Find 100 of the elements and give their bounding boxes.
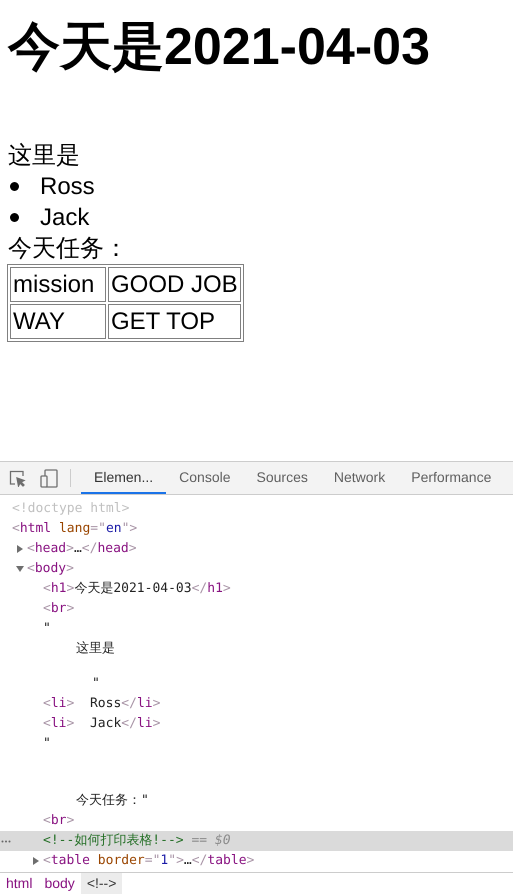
node-text: " (43, 735, 51, 753)
task-label: 今天任务： (8, 234, 129, 264)
triangle-right-icon[interactable] (16, 545, 24, 553)
tag-name: body (34, 560, 66, 578)
dom-node-row[interactable]: " (0, 619, 513, 639)
comment-text: <!--如何打印表格!--> (43, 832, 184, 850)
punct-text: < (43, 812, 51, 830)
value-text: en (106, 520, 122, 538)
device-icon[interactable] (40, 468, 58, 488)
table-cell: GET TOP (108, 304, 241, 339)
inspect-icon[interactable] (9, 470, 26, 486)
dom-node-row[interactable]: <body> (0, 559, 513, 579)
punct-text: > (66, 812, 74, 830)
punct-text: > (152, 695, 160, 713)
list-item: Ross (40, 172, 95, 202)
punct-text: < (43, 695, 51, 713)
punct-text: < (27, 540, 35, 558)
tag-name: li (50, 715, 66, 733)
devtools-tab[interactable]: Console (166, 462, 244, 494)
punct-text: "> (168, 852, 184, 870)
dom-node-row[interactable]: <li> Ross</li> (0, 694, 513, 714)
punct-text: =" (90, 520, 106, 538)
tag-name: br (50, 812, 66, 830)
dom-node-row[interactable]: <!--如何打印表格!--> == $0 (0, 831, 513, 851)
tag-name: li (136, 715, 153, 733)
tag-name: table (207, 852, 247, 870)
punct-text: > (246, 852, 254, 870)
tag-name: li (136, 695, 153, 713)
dom-node-row[interactable]: <br> (0, 811, 513, 831)
punct-text: > (128, 540, 137, 558)
bullet-icon (10, 213, 19, 222)
punct-text: > (222, 580, 231, 598)
punct-text: < (43, 852, 51, 870)
triangle-down-icon[interactable] (16, 565, 24, 573)
tag-name: head (97, 540, 129, 558)
node-text: … (74, 540, 82, 558)
devtools-tab[interactable]: Performance (398, 462, 504, 494)
attr-text: lang (58, 520, 90, 538)
tag-name: h1 (207, 580, 223, 598)
bullet-icon (10, 182, 19, 191)
punct-text: > (66, 715, 74, 733)
devtools-tab[interactable]: Elemen... (81, 462, 166, 494)
triangle-right-icon[interactable] (32, 857, 40, 865)
ellipsis-icon[interactable] (1, 840, 11, 843)
node-text: … (184, 852, 192, 870)
punct-text: </ (121, 695, 137, 713)
tag-name: li (50, 695, 66, 713)
list-item: Jack (40, 203, 90, 233)
dom-node-row[interactable]: <html lang="en"> (0, 519, 513, 539)
node-text: 今天任务：" (76, 792, 149, 810)
punct-text: </ (192, 580, 208, 598)
punct-text: > (66, 695, 74, 713)
attr-text: border (96, 852, 145, 870)
devtools-tab[interactable]: Sources (244, 462, 321, 494)
devtools-tab[interactable]: Network (320, 462, 398, 494)
table-cell: WAY (10, 304, 106, 339)
tag-name: table (50, 852, 90, 870)
dom-node-row[interactable]: 今天任务：" (0, 791, 513, 811)
tag-name: br (50, 600, 66, 618)
punct-text: < (43, 580, 51, 598)
node-text: 这里是 (76, 640, 115, 658)
dom-node-row[interactable]: <head>…</head> (0, 539, 513, 559)
dom-node-row[interactable]: " (0, 674, 513, 694)
value-text: 1 (160, 852, 168, 870)
node-text: " (43, 620, 51, 638)
node-text: 今天是2021-04-03 (74, 580, 192, 598)
tag-name: head (34, 540, 66, 558)
punct-text: =" (144, 852, 160, 870)
dom-node-row[interactable]: 这里是 (0, 639, 513, 659)
dom-node-row[interactable]: <h1>今天是2021-04-03</h1> (0, 579, 513, 599)
punct-text: </ (121, 715, 137, 733)
breadcrumb-item[interactable]: <!--> (80, 873, 122, 894)
dom-node-row[interactable]: " (0, 734, 513, 754)
punct-text: > (66, 580, 74, 598)
punct-text: > (66, 540, 74, 558)
doctype-text: <!doctype html> (12, 500, 130, 518)
punct-text: < (12, 520, 20, 538)
punct-text: </ (192, 852, 208, 870)
dom-node-row[interactable]: <li> Jack</li> (0, 714, 513, 734)
punct-text: </ (82, 540, 98, 558)
tag-name: h1 (50, 580, 66, 598)
punct-text: > (66, 600, 74, 618)
punct-text: < (43, 600, 51, 618)
punct-text: < (43, 715, 51, 733)
punct-text: "> (122, 520, 138, 538)
punct-text: < (27, 560, 35, 578)
tag-name: html (20, 520, 52, 538)
dom-node-row[interactable]: <table border="1">…</table> (0, 851, 513, 871)
intro-text: 这里是 (8, 141, 81, 171)
ref-text: == $0 (190, 832, 231, 850)
node-text: Jack (88, 715, 122, 733)
breadcrumb-item[interactable]: html (0, 873, 38, 894)
table-cell: mission (10, 267, 106, 302)
table-cell: GOOD JOB (108, 267, 241, 302)
dom-node-row[interactable]: <br> (0, 599, 513, 619)
node-text: " (92, 675, 100, 693)
node-text: Ross (88, 695, 122, 713)
punct-text: > (66, 560, 74, 578)
breadcrumb-item[interactable]: body (38, 873, 81, 894)
page-heading: 今天是2021-04-03 (8, 17, 431, 78)
